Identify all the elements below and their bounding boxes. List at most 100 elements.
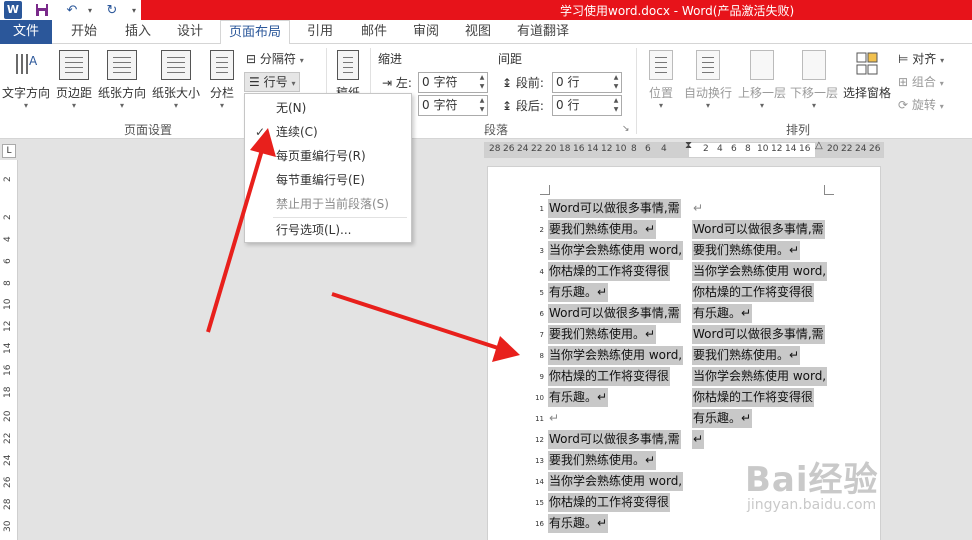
line-text: 当你学会熟练使用 word,	[692, 367, 828, 386]
line-text: 要我们熟练使用。↵	[692, 346, 801, 365]
menu-item-continuous[interactable]: ✓ 连续(C)	[245, 121, 411, 143]
spacing-before-field[interactable]: 0 行 ▲ ▼	[552, 72, 622, 93]
line-text: 有乐趣。↵	[692, 409, 753, 428]
bring-forward-icon	[750, 50, 774, 80]
indent-right-field[interactable]: 0 字符 ▲ ▼	[418, 95, 488, 116]
menu-item-label: 禁止用于当前段落(S)	[276, 197, 389, 211]
line-text: 当你学会熟练使用 word,	[692, 262, 828, 281]
orientation-icon	[107, 50, 137, 80]
margin-corner-mark	[540, 185, 550, 195]
tab-insert[interactable]: 插入	[114, 20, 162, 44]
ruler-tick-label: 4	[717, 144, 723, 154]
text-column-2[interactable]: ↵ Word可以做很多事情,需 要我们熟练使用。↵ 当你学会熟练使用 word,…	[488, 198, 882, 478]
vertical-ruler[interactable]: 2 2 4 6 8 10 12 14 16 18 20 22 24 26 28 …	[0, 160, 18, 540]
selection-pane-button[interactable]: 选择窗格	[842, 50, 892, 101]
rotate-button[interactable]: ⟳ 旋转 ▾	[898, 95, 944, 115]
spacing-after-label: ↨ 段后:	[502, 99, 544, 113]
tab-view[interactable]: 视图	[454, 20, 502, 44]
ruler-tick-label: 28	[489, 144, 501, 154]
send-backward-icon	[802, 50, 826, 80]
undo-dropdown-icon[interactable]: ▾	[80, 0, 100, 20]
undo-icon[interactable]: ↶	[62, 0, 82, 20]
ruler-tick-label: 4	[661, 144, 667, 154]
menu-item-restart-each-page[interactable]: 每页重编行号(R)	[245, 145, 411, 167]
page-setup-group-label: 页面设置	[124, 123, 173, 137]
menu-item-label: 每页重编行号(R)	[276, 149, 366, 163]
indent-left-icon: ⇥	[382, 76, 393, 90]
ruler-tick-label: 18	[559, 144, 571, 154]
tab-home[interactable]: 开始	[60, 20, 108, 44]
line-text: ↵	[693, 201, 704, 215]
ruler-tick-label: 6	[645, 144, 651, 154]
menu-item-none[interactable]: 无(N)	[245, 97, 411, 119]
vruler-tick-label: 10	[3, 298, 13, 310]
size-button[interactable]: 纸张大小 ▾	[150, 50, 202, 110]
vruler-tick-label: 26	[3, 476, 13, 488]
position-icon	[649, 50, 673, 80]
tab-references[interactable]: 引用	[296, 20, 344, 44]
orientation-button[interactable]: 纸张方向 ▾	[96, 50, 148, 110]
paragraph-dialog-launcher-icon[interactable]: ↘	[622, 124, 630, 134]
menu-item-restart-each-section[interactable]: 每节重编行号(E)	[245, 169, 411, 191]
vruler-tick-label: 18	[3, 386, 13, 398]
columns-caret-icon: ▾	[219, 101, 224, 110]
columns-button[interactable]: 分栏 ▾	[206, 50, 238, 110]
group-button[interactable]: ⊞ 组合 ▾	[898, 72, 944, 92]
right-indent-marker-icon[interactable]: △	[815, 140, 823, 151]
indent-left-field[interactable]: 0 字符 ▲ ▼	[418, 72, 488, 93]
vruler-tick-label: 24	[3, 454, 13, 466]
save-icon[interactable]	[32, 0, 52, 20]
spacing-before-icon: ↨	[502, 76, 513, 90]
ruler-tick-label: 8	[745, 144, 751, 154]
send-backward-button[interactable]: 下移一层 ▾	[788, 50, 840, 110]
menu-item-suppress-current-paragraph[interactable]: 禁止用于当前段落(S)	[245, 193, 411, 215]
breaks-button[interactable]: ⊟ 分隔符 ▾	[246, 49, 304, 69]
ruler-tick-label: 10	[615, 144, 627, 154]
menu-item-line-numbering-options[interactable]: 行号选项(L)...	[245, 219, 411, 241]
spinner-arrows-icon[interactable]: ▲ ▼	[477, 96, 487, 115]
text-direction-button[interactable]: A 文字方向 ▾	[0, 50, 52, 110]
rotate-icon: ⟳	[898, 98, 909, 112]
tab-page-layout[interactable]: 页面布局	[220, 20, 290, 45]
align-icon: ⊨	[898, 52, 909, 66]
tab-selector-icon[interactable]: L	[2, 144, 16, 158]
vruler-tick-label: 14	[3, 342, 13, 354]
spacing-after-field[interactable]: 0 行 ▲ ▼	[552, 95, 622, 116]
tab-file[interactable]: 文件	[0, 20, 52, 44]
menu-item-label: 无(N)	[276, 101, 307, 115]
indent-left-value: 0 字符	[422, 75, 458, 89]
tab-design[interactable]: 设计	[166, 20, 214, 44]
vruler-tick-label: 30	[3, 520, 13, 532]
position-button[interactable]: 位置 ▾	[642, 50, 680, 110]
bring-forward-button[interactable]: 上移一层 ▾	[736, 50, 788, 110]
vruler-tick-label: 2	[3, 176, 13, 182]
vruler-tick-label: 4	[3, 236, 13, 242]
columns-icon	[210, 50, 234, 80]
redo-icon[interactable]: ↻	[102, 0, 122, 20]
orientation-label: 纸张方向	[97, 86, 146, 100]
spacing-after-value: 0 行	[556, 98, 580, 112]
spinner-arrows-icon[interactable]: ▲ ▼	[611, 96, 621, 115]
margins-button[interactable]: 页边距 ▾	[54, 50, 94, 110]
indent-marker-icon[interactable]: ⧗	[685, 140, 692, 151]
spacing-after-icon: ↨	[502, 99, 513, 113]
tab-youdao[interactable]: 有道翻译	[508, 20, 578, 44]
tab-mailings[interactable]: 邮件	[350, 20, 398, 44]
line-numbers-button[interactable]: ☰ 行号 ▾	[244, 72, 301, 92]
line-text: 你枯燥的工作将变得很	[548, 493, 671, 512]
ruler-tick-label: 12	[771, 144, 783, 154]
rotate-label: 旋转	[911, 98, 936, 112]
line-text: 要我们熟练使用。↵	[692, 241, 801, 260]
group-icon: ⊞	[898, 75, 909, 89]
ruler-tick-label: 26	[503, 144, 515, 154]
align-button[interactable]: ⊨ 对齐 ▾	[898, 49, 944, 69]
margins-label: 页边距	[55, 86, 92, 100]
orientation-caret-icon: ▾	[119, 101, 124, 110]
spinner-arrows-icon[interactable]: ▲ ▼	[477, 73, 487, 92]
wrap-text-button[interactable]: 自动换行 ▾	[682, 50, 734, 110]
line-number: 14	[535, 478, 544, 486]
spinner-arrows-icon[interactable]: ▲ ▼	[611, 73, 621, 92]
send-backward-caret-icon: ▾	[811, 101, 816, 110]
horizontal-ruler[interactable]: 28 26 24 22 20 18 16 14 12 10 8 6 4 ⧗ 2 …	[484, 140, 884, 158]
tab-review[interactable]: 审阅	[402, 20, 450, 44]
